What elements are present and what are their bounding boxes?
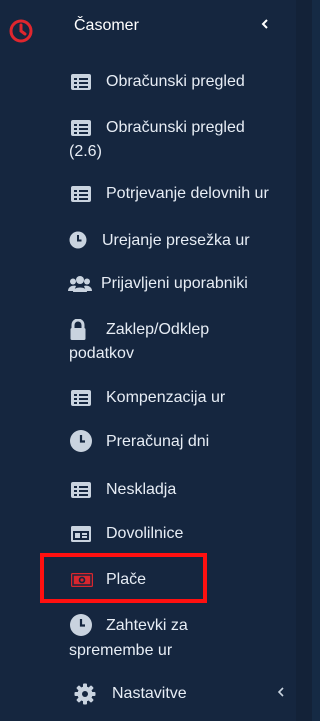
- sidebar-item-label: Zahtevki za: [106, 617, 188, 634]
- users-icon: [68, 274, 92, 294]
- gear-icon: [74, 683, 96, 705]
- sidebar-item-urejanje-presezka-ur[interactable]: Urejanje presežka ur: [44, 229, 296, 253]
- list-icon: [70, 118, 92, 138]
- sidebar-item-label-line2: podatkov: [69, 345, 134, 362]
- sidebar-item-label: Dovolilnice: [106, 525, 184, 542]
- sidebar-item-label: Obračunski pregled: [106, 73, 245, 90]
- sidebar-item-label: Urejanje presežka ur: [102, 232, 250, 249]
- scrollbar[interactable]: [296, 0, 312, 721]
- list-icon: [70, 72, 92, 92]
- lock-icon: [69, 319, 91, 340]
- clock-icon: [68, 230, 90, 250]
- sidebar-item-label: Neskladja: [106, 481, 177, 498]
- sidebar-item-label-line2: (2.6): [69, 143, 102, 160]
- sidebar-item-label-line2: spremembe ur: [69, 642, 173, 659]
- chevron-left-icon[interactable]: [258, 16, 272, 32]
- highlight-box: [40, 553, 207, 603]
- sidebar-item-preracunaj-dni[interactable]: Preračunaj dni: [44, 429, 296, 455]
- sidebar-item-label: Kompenzacija ur: [106, 389, 226, 406]
- sidebar-item-label: Prijavljeni uporabniki: [101, 275, 248, 292]
- sidebar-item-label: Obračunski pregled: [106, 119, 245, 136]
- clock-app-icon[interactable]: [8, 18, 34, 44]
- sidebar-item-label: Zaklep/Odklep: [106, 321, 210, 338]
- sidebar-item-dovolilnice[interactable]: Dovolilnice: [44, 522, 296, 546]
- sidebar-item-neskladja[interactable]: Neskladja: [44, 478, 296, 502]
- sidebar-item-obracunski-pregled[interactable]: Obračunski pregled: [44, 70, 296, 94]
- sidebar-header: Časomer: [44, 0, 296, 54]
- page-title: Časomer: [74, 17, 139, 34]
- sidebar-item-label: Preračunaj dni: [106, 433, 210, 450]
- chevron-left-icon: [276, 685, 286, 699]
- sidebar-item-prijavljeni-uporabniki[interactable]: Prijavljeni uporabniki: [44, 272, 296, 296]
- sidebar-menu: Časomer Obračunski pregled Obračunski pr…: [44, 0, 296, 721]
- sidebar-item-kompenzacija-ur[interactable]: Kompenzacija ur: [44, 386, 296, 410]
- window-icon: [70, 524, 92, 544]
- sidebar-item-zaklep-odklep-podatkov[interactable]: Zaklep/Odklep podatkov: [44, 318, 296, 366]
- list-icon: [70, 388, 92, 408]
- sidebar-item-obracunski-pregled-2-6[interactable]: Obračunski pregled (2.6): [44, 116, 296, 164]
- sidebar-item-nastavitve[interactable]: Nastavitve: [44, 682, 296, 706]
- sidebar-item-label: Potrjevanje delovnih ur: [106, 185, 269, 202]
- app-rail: [0, 0, 45, 721]
- clock-icon: [69, 429, 92, 452]
- list-icon: [70, 184, 92, 204]
- clock-icon: [69, 613, 92, 636]
- sidebar-item-label: Nastavitve: [112, 685, 187, 702]
- list-icon: [70, 480, 92, 500]
- sidebar-item-potrjevanje-delovnih-ur[interactable]: Potrjevanje delovnih ur: [44, 182, 296, 206]
- sidebar-screen: Časomer Obračunski pregled Obračunski pr…: [0, 0, 312, 721]
- sidebar-item-zahtevki-za-spremembe-ur[interactable]: Zahtevki za spremembe ur: [44, 613, 296, 661]
